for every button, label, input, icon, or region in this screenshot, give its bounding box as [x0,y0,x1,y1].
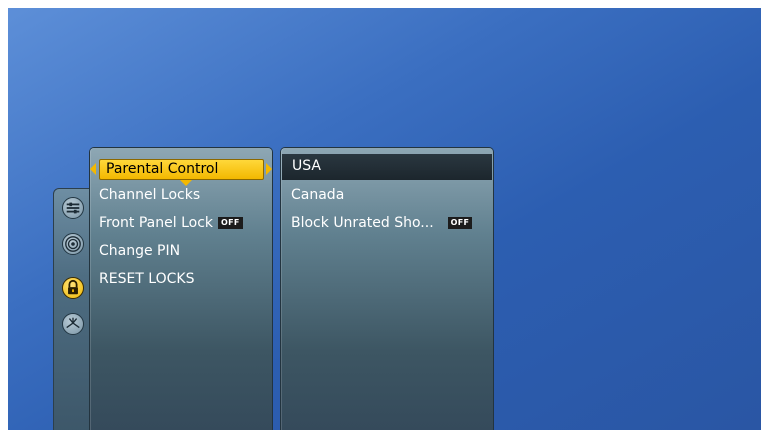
category-icon-rail [53,188,91,430]
menu-item-label: USA [292,158,321,174]
menu-item-label: Change PIN [99,243,181,259]
menu-item-channel-locks[interactable]: Channel Locks [99,186,200,204]
menu-item-front-panel-lock[interactable]: Front Panel Lock OFF [99,214,243,232]
menu-item-usa[interactable]: USA [282,154,492,180]
menu-item-canada[interactable]: Canada [291,186,344,204]
menu-item-label: Parental Control [106,161,219,177]
broadcast-signal-icon[interactable] [62,233,84,255]
arrow-left-icon [90,163,96,175]
menu-item-block-unrated-shows[interactable]: Block Unrated Sho... OFF [291,214,473,232]
menu-item-reset-locks[interactable]: RESET LOCKS [99,270,194,288]
menu-item-label: Channel Locks [99,187,201,203]
menu-item-label: Block Unrated Sho... [291,215,434,231]
menu-item-change-pin[interactable]: Change PIN [99,242,180,260]
menu-item-label: Front Panel Lock [99,215,214,231]
status-badge: OFF [447,217,473,229]
menu-item-label: RESET LOCKS [99,271,195,287]
menu-item-label: Canada [291,187,345,203]
arrow-right-icon [266,163,272,175]
settings-sliders-icon[interactable] [62,197,84,219]
status-badge: OFF [218,217,243,229]
satellite-dish-icon[interactable] [62,313,84,335]
tv-screen: Parental Control Channel Locks Front Pan… [8,8,761,430]
lock-icon[interactable] [62,277,84,299]
menu-item-parental-control[interactable]: Parental Control [99,159,264,180]
